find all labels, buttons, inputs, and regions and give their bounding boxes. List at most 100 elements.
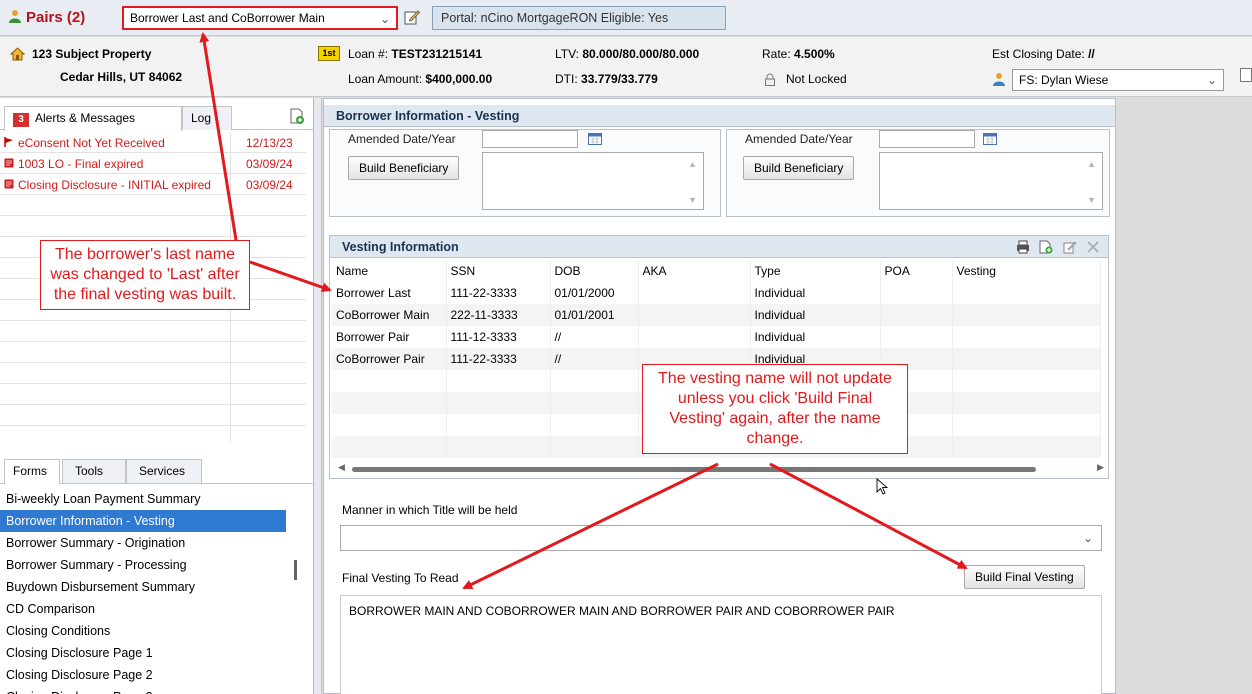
final-vesting-textarea[interactable]: BORROWER MAIN AND COBORROWER MAIN AND BO… [340,595,1102,694]
tab-tools[interactable]: Tools [62,459,126,483]
alert-row-empty [0,405,306,426]
ltv-label: LTV: [555,47,580,61]
form-list-item[interactable]: Closing Disclosure Page 3 [0,686,286,694]
table-header-row: Name SSN DOB AKA Type POA Vesting [332,260,1101,282]
column-header[interactable]: AKA [638,260,751,282]
alert-text: Closing Disclosure - INITIAL expired [18,178,211,192]
form-list-item[interactable]: Borrower Summary - Origination [0,532,286,554]
horizontal-scrollbar[interactable]: ◀ ▶ [338,462,1104,476]
page-title: Borrower Information - Vesting [324,105,1115,127]
edit-icon[interactable] [404,9,420,25]
table-cell [952,414,1101,436]
pair-select[interactable]: Borrower Last and CoBorrower Main ⌄ [122,6,398,30]
column-header[interactable]: DOB [550,260,639,282]
table-cell [638,282,751,304]
beneficiary-textarea[interactable]: ▲ ▼ [482,152,704,210]
table-row[interactable]: Borrower Last 111-22-3333 01/01/2000 Indivi… [332,282,1101,304]
est-closing-value: // [1088,47,1095,61]
form-list-item[interactable]: Closing Conditions [0,620,286,642]
loan-amount: $400,000.00 [425,72,493,86]
column-header[interactable]: Name [332,260,447,282]
table-cell: 111-22-3333 [446,282,551,304]
scroll-down-icon[interactable]: ▼ [1087,195,1096,205]
form-list-item[interactable]: Closing Disclosure Page 2 [0,664,286,686]
pair-select-value: Borrower Last and CoBorrower Main [130,11,325,25]
alert-row-empty [0,321,306,342]
table-cell [952,326,1101,348]
vesting-toolbar [1010,239,1100,254]
alert-row[interactable]: 1003 LO - Final expired 03/09/24 [0,153,306,174]
tab-alerts-messages[interactable]: 3 Alerts & Messages [4,106,182,131]
form-list-item[interactable]: Closing Disclosure Page 1 [0,642,286,664]
scroll-down-icon[interactable]: ▼ [688,195,697,205]
file-starter-select[interactable]: FS: Dylan Wiese ⌄ [1012,69,1224,91]
person-icon [9,10,21,23]
table-cell: Individual [750,326,881,348]
scrollbar-thumb[interactable] [352,467,1036,472]
table-cell: 111-12-3333 [446,326,551,348]
tab-forms[interactable]: Forms [4,459,60,484]
column-header[interactable]: Vesting [952,260,1101,282]
table-cell: 222-11-3333 [446,304,551,326]
portal-status: Portal: nCino MortgageRON Eligible: Yes [432,6,726,30]
build-beneficiary-button[interactable]: Build Beneficiary [348,156,460,180]
chevron-down-icon: ⌄ [1082,531,1093,545]
alert-row[interactable]: Closing Disclosure - INITIAL expired 03/0… [0,174,306,195]
checkbox[interactable] [1240,68,1252,82]
form-list-item[interactable]: Buydown Disbursement Summary [0,576,286,598]
table-row[interactable]: Borrower Pair 111-12-3333// Individual [332,326,1101,348]
calendar-icon[interactable] [983,133,997,145]
form-list-item[interactable]: Borrower Summary - Processing [0,554,286,576]
scroll-left-icon[interactable]: ◀ [338,462,345,473]
app-window: Pairs (2) Borrower Last and CoBorrower M… [0,0,1252,694]
alert-text: 1003 LO - Final expired [18,157,144,171]
scroll-up-icon[interactable]: ▲ [688,159,697,169]
calendar-icon[interactable] [588,133,602,145]
beneficiary-textarea[interactable]: ▲ ▼ [879,152,1103,210]
panel-splitter[interactable] [314,98,322,694]
column-header[interactable]: POA [880,260,953,282]
table-cell: CoBorrower Main [332,304,447,326]
table-row[interactable]: CoBorrower Main 222-11-3333 01/01/2001 Indi… [332,304,1101,326]
table-cell [446,414,551,436]
table-cell [446,370,551,392]
chevron-down-icon: ⌄ [1206,73,1217,87]
build-beneficiary-button[interactable]: Build Beneficiary [743,156,855,180]
column-header[interactable]: SSN [446,260,551,282]
forms-scrollbar[interactable] [294,560,297,580]
pairs-title[interactable]: Pairs (2) [8,9,85,26]
add-document-icon[interactable] [290,108,304,124]
forms-list: Bi-weekly Loan Payment Summary Borrower I… [0,488,286,694]
expired-doc-icon [4,158,14,168]
table-cell [550,414,639,436]
column-header[interactable]: Type [750,260,881,282]
form-list-item[interactable]: CD Comparison [0,598,286,620]
print-icon[interactable] [1016,240,1030,254]
alert-row[interactable]: eConsent Not Yet Received 12/13/23 [0,132,306,153]
alerts-tabbar: 3 Alerts & Messages Log [0,106,314,131]
form-list-item[interactable]: Borrower Information - Vesting [0,510,286,532]
amended-date-input[interactable] [482,130,578,148]
table-cell [550,392,639,414]
loan-number: TEST231215141 [391,47,483,61]
amended-date-input[interactable] [879,130,975,148]
alert-row-empty [0,342,306,363]
tab-log[interactable]: Log [182,106,232,130]
manner-title-select[interactable]: ⌄ [340,525,1102,551]
delete-icon[interactable] [1086,240,1100,254]
table-cell [880,282,953,304]
loan-header: 123 Subject Property Cedar Hills, UT 840… [0,37,1252,97]
alert-date: 03/09/24 [246,157,293,171]
form-list-item[interactable]: Bi-weekly Loan Payment Summary [0,488,286,510]
add-row-icon[interactable] [1039,240,1053,254]
table-cell [638,304,751,326]
scroll-up-icon[interactable]: ▲ [1087,159,1096,169]
tab-services[interactable]: Services [126,459,202,483]
table-cell: Individual [750,282,881,304]
pairs-title-text: Pairs (2) [26,9,86,26]
table-cell: Borrower Last [332,282,447,304]
build-final-vesting-button[interactable]: Build Final Vesting [964,565,1085,589]
scroll-right-icon[interactable]: ▶ [1097,462,1104,473]
table-cell [550,436,639,458]
edit-icon[interactable] [1063,240,1077,254]
